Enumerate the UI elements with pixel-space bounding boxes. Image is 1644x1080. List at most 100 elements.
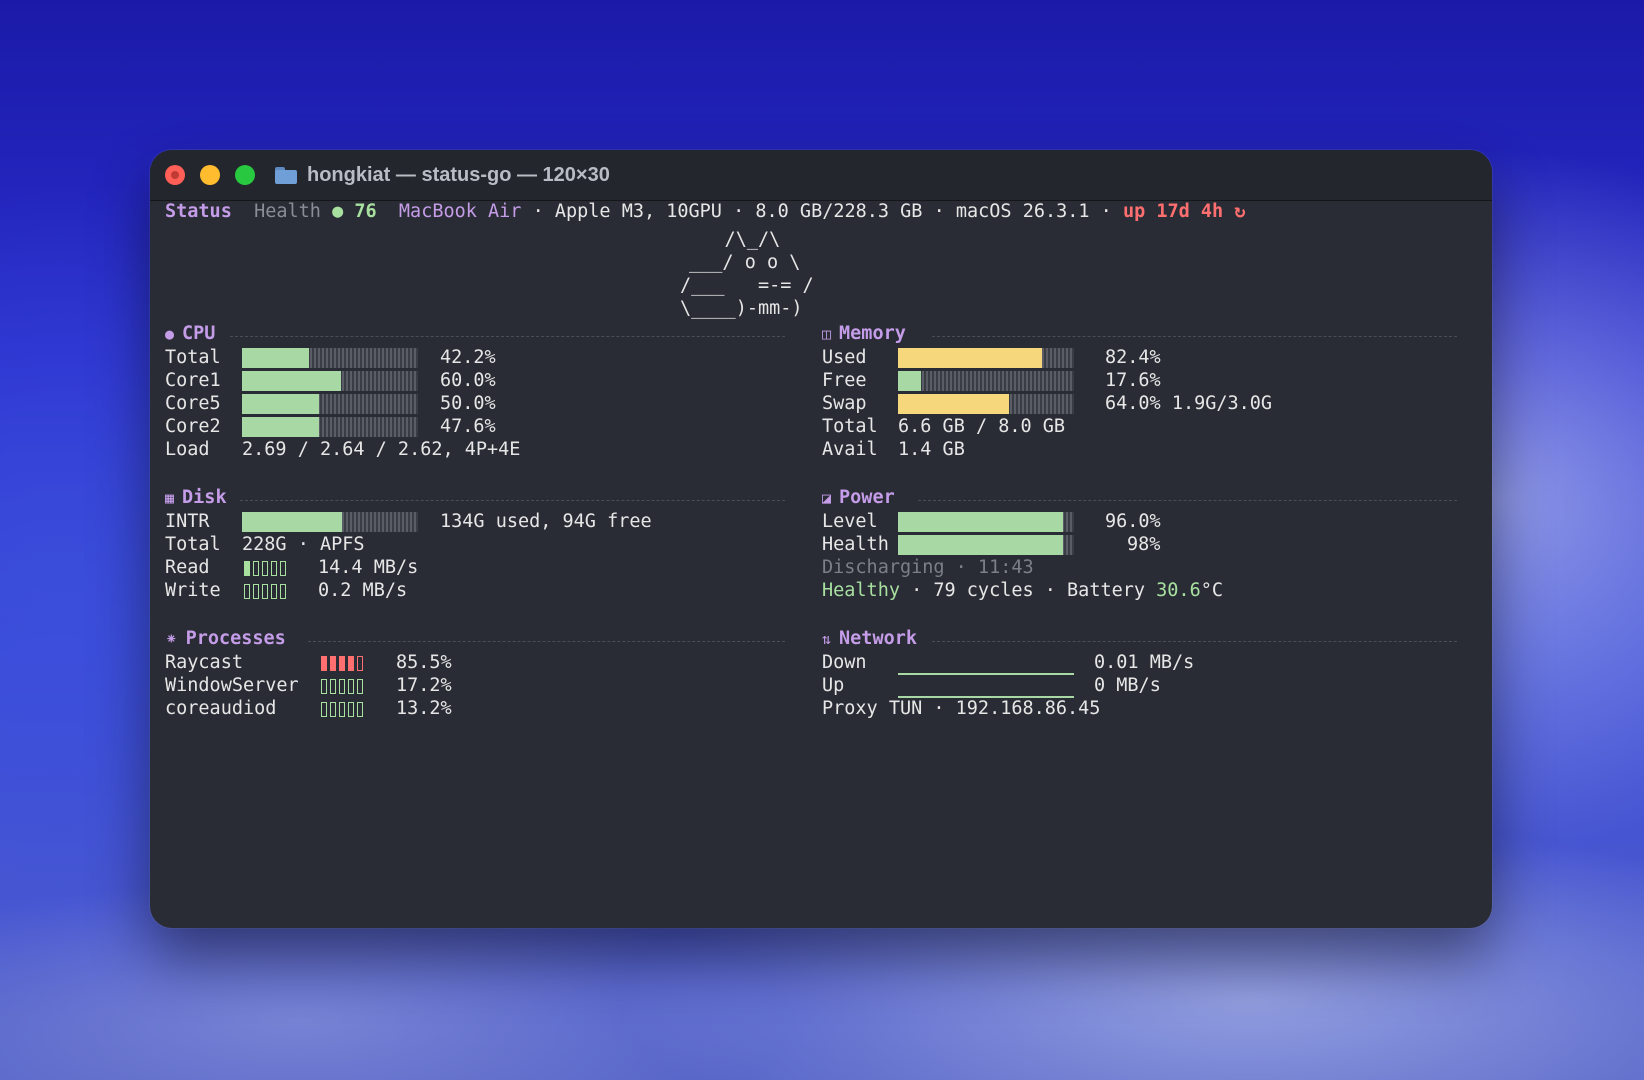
network-down-value: 0.01 MB/s (1094, 652, 1195, 673)
memory-row-value: 17.6% (1105, 370, 1161, 391)
separator: · (1100, 201, 1112, 222)
meter-block (330, 702, 336, 717)
disk-icon: ▦ (165, 488, 175, 507)
disk-total-value: 228G · APFS (242, 534, 365, 555)
meter-block (348, 679, 354, 694)
power-section-header: ◪ Power (822, 487, 895, 508)
process-cpu-meter (321, 656, 363, 671)
meter-block (348, 656, 354, 671)
status-header: Status Health ● 76 MacBook Air · Apple M… (165, 200, 1245, 224)
process-cpu-value: 17.2% (396, 675, 452, 696)
load-label: Load (165, 439, 210, 460)
cpu-section-header: ● CPU (165, 323, 215, 344)
meter-block (339, 656, 345, 671)
meter-block (321, 656, 327, 671)
ascii-line: ___/ o o \ (689, 252, 801, 273)
memory-avail-value: 1.4 GB (898, 439, 965, 460)
meter-block (271, 584, 277, 599)
separator: · (733, 201, 745, 222)
title-bar[interactable]: hongkiat — status-go — 120×30 (150, 150, 1492, 201)
memory-swap-bar (898, 394, 1074, 414)
network-icon: ⇅ (822, 629, 832, 648)
meter-block (357, 702, 363, 717)
divider (932, 336, 1457, 337)
status-label: Status (165, 201, 232, 222)
meter-block (262, 584, 268, 599)
process-cpu-meter (321, 702, 363, 717)
storage-info: 8.0 GB/228.3 GB (755, 201, 923, 222)
process-name[interactable]: WindowServer (165, 674, 299, 698)
process-name[interactable]: Raycast (165, 651, 243, 675)
refresh-icon[interactable]: ↻ (1234, 201, 1245, 222)
disk-title: Disk (182, 487, 227, 508)
battery-condition: Healthy (822, 580, 900, 601)
cpu-row-value: 47.6% (440, 416, 496, 437)
network-proxy: Proxy TUN · 192.168.86.45 (822, 698, 1101, 719)
power-title: Power (839, 487, 895, 508)
battery-status: Discharging · 11:43 (822, 557, 1034, 578)
window-title-text: hongkiat — status-go — 120×30 (307, 163, 610, 186)
meter-block (339, 679, 345, 694)
disk-usage-bar (242, 512, 418, 532)
memory-total-value: 6.6 GB / 8.0 GB (898, 416, 1066, 437)
zoom-button[interactable] (235, 165, 255, 185)
processes-icon: ⁕ (165, 629, 178, 648)
cpu-row-label: Total (165, 347, 221, 368)
memory-total-label: Total (822, 416, 878, 437)
cpu-title: CPU (182, 323, 216, 344)
process-cpu-meter (321, 679, 363, 694)
memory-row-value: 64.0% 1.9G/3.0G (1105, 393, 1273, 414)
disk-read-label: Read (165, 557, 210, 578)
cpu-row-value: 60.0% (440, 370, 496, 391)
meter-block (330, 679, 336, 694)
meter-block (330, 656, 336, 671)
divider (918, 500, 1457, 501)
memory-row-value: 82.4% (1105, 347, 1161, 368)
battery-summary: Healthy · 79 cycles · Battery 30.6°C (822, 579, 1223, 603)
meter-block (244, 584, 250, 599)
memory-row-label: Used (822, 347, 867, 368)
network-up-label: Up (822, 675, 845, 696)
memory-avail-label: Avail (822, 439, 878, 460)
meter-block (348, 702, 354, 717)
close-button[interactable] (165, 165, 185, 185)
meter-block (253, 561, 259, 576)
minimize-button[interactable] (200, 165, 220, 185)
network-title: Network (839, 628, 917, 649)
cpu-row-value: 50.0% (440, 393, 496, 414)
load-value: 2.69 / 2.64 / 2.62, 4P+4E (242, 439, 521, 460)
divider (308, 641, 785, 642)
disk-read-value: 14.4 MB/s (318, 557, 419, 578)
disk-intr-value: 134G used, 94G free (440, 511, 652, 532)
uptime: up 17d 4h (1122, 201, 1224, 222)
battery-health-label: Health (822, 534, 889, 555)
memory-used-bar (898, 348, 1074, 368)
meter-block (253, 584, 259, 599)
terminal-window: hongkiat — status-go — 120×30 Status Hea… (150, 150, 1492, 928)
meter-block (244, 561, 250, 576)
chip-info: Apple M3, 10GPU (554, 201, 722, 222)
folder-icon (275, 166, 297, 184)
divider (230, 336, 785, 337)
processes-section-header: ⁕ Processes (165, 628, 286, 649)
network-up-value: 0 MB/s (1094, 675, 1161, 696)
cpu-total-bar (242, 348, 418, 368)
cpu-row-value: 42.2% (440, 347, 496, 368)
health-dot-icon: ● (332, 201, 344, 222)
disk-intr-label: INTR (165, 511, 210, 532)
cpu-core1-bar (242, 371, 418, 391)
processes-title: Processes (185, 628, 286, 649)
memory-free-bar (898, 371, 1074, 391)
process-name[interactable]: coreaudiod (165, 697, 276, 721)
process-cpu-value: 13.2% (396, 698, 452, 719)
ascii-art: /\_/\ ___/ o o \/___ =-= / \____)-mm-) (680, 228, 814, 320)
battery-temp: 30.6 (1156, 580, 1201, 601)
terminal-content[interactable]: Status Health ● 76 MacBook Air · Apple M… (150, 200, 1492, 928)
cpu-core5-bar (242, 394, 418, 414)
battery-level-label: Level (822, 511, 878, 532)
memory-section-header: ◫ Memory (822, 323, 906, 344)
cpu-icon: ● (165, 324, 175, 343)
os-version: macOS 26.3.1 (955, 201, 1090, 222)
disk-write-label: Write (165, 580, 221, 601)
health-value: 76 (354, 201, 377, 222)
